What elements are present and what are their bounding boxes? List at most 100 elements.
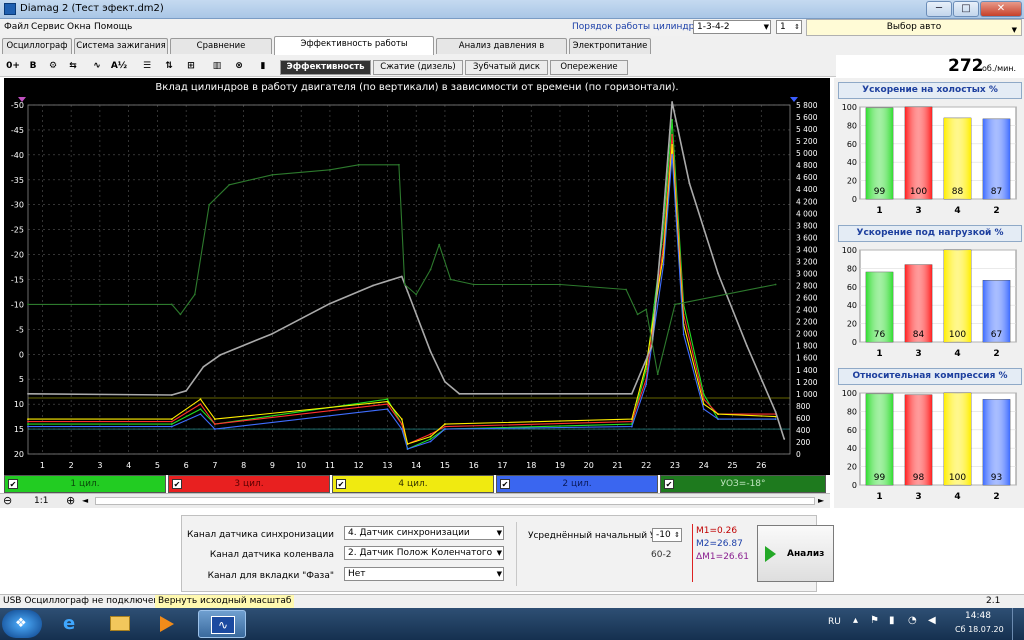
y-left-tick: -45 — [11, 126, 24, 135]
subtab-efficiency[interactable]: Эффективность — [280, 60, 371, 75]
series-6-point — [208, 203, 211, 206]
taskbar-media[interactable] — [146, 610, 188, 638]
panel-bar-value: 93 — [991, 473, 1002, 483]
crank-channel-select[interactable]: 2. Датчик Полож Коленчатого Вал▼ — [344, 546, 504, 560]
panel-bar-shine — [905, 107, 932, 199]
x-tick: 23 — [670, 461, 680, 470]
toolbar-icon-9[interactable]: ⊞ — [182, 58, 200, 74]
battery-icon[interactable]: ▮ — [889, 615, 895, 626]
flag-icon[interactable]: ⚑ — [870, 615, 879, 626]
panel-axis-tick: 20 — [847, 320, 857, 329]
taskbar-diamag[interactable]: ∿ — [198, 610, 246, 638]
clock-time: 14:48 — [965, 611, 991, 621]
network-icon[interactable]: ◔ — [908, 615, 917, 626]
toolbar-icon-5[interactable]: ∿ — [88, 58, 106, 74]
legend-checkbox[interactable]: ✔ — [8, 479, 18, 489]
x-tick: 25 — [727, 461, 737, 470]
tab-ignition[interactable]: Система зажигания — [74, 38, 168, 54]
series-4-point — [702, 408, 705, 411]
y-right-tick: 4 400 — [796, 185, 818, 194]
toolbar-icon-11[interactable]: ⊗ — [230, 58, 248, 74]
panel-cylinder-label: 4 — [954, 349, 960, 359]
panel-bar-shine — [866, 393, 893, 485]
panel-axis-tick: 0 — [852, 338, 857, 347]
taskbar-explorer[interactable] — [98, 610, 140, 638]
toolbar-icon-1[interactable]: 0+ — [4, 58, 22, 74]
panel-cylinder-label: 3 — [915, 206, 921, 216]
toolbar-icon-12[interactable]: ▮ — [254, 58, 272, 74]
status-hint: Вернуть исходный масштаб — [155, 595, 295, 608]
taskbar-ie[interactable]: e — [50, 610, 92, 638]
series-6-point — [645, 308, 648, 311]
start-button[interactable]: ❖ — [2, 610, 42, 638]
language-indicator[interactable]: RU — [828, 617, 841, 627]
scroll-right-icon[interactable]: ► — [818, 496, 824, 505]
legend-item-3[interactable]: ✔ 4 цил. — [332, 475, 494, 493]
tab-cylinder-efficiency[interactable]: Эффективность работы цилиндров — [274, 36, 434, 64]
toolbar-icon-3[interactable]: ⚙ — [44, 58, 62, 74]
efficiency-chart[interactable]: -50 -45 -40 -35 -30 -25 -20 -15 -10 -5 0 5 10 15 20 5 8… — [4, 78, 830, 475]
cylinder-legend: ✔ 1 цил. ✔ 3 цил. ✔ 4 цил. ✔ 2 цил. ✔ УОЗ=-18° — [4, 475, 828, 493]
menu-help[interactable]: Помощь — [94, 22, 132, 32]
legend-item-4[interactable]: ✔ 2 цил. — [496, 475, 658, 493]
legend-checkbox[interactable]: ✔ — [500, 479, 510, 489]
panel-bar-value: 100 — [949, 330, 966, 340]
toolbar-icon-2[interactable]: B — [24, 58, 42, 74]
toolbar-icon-4[interactable]: ⇆ — [64, 58, 82, 74]
close-button[interactable]: ✕ — [980, 1, 1022, 17]
panel-title-1: Ускорение на холостых % — [838, 82, 1022, 99]
horizontal-scrollbar[interactable] — [95, 497, 815, 505]
analyze-button[interactable]: Анализ — [757, 525, 834, 582]
toolbar-icon-10[interactable]: ▥ — [208, 58, 226, 74]
vehicle-select[interactable]: Выбор авто ▼ — [806, 19, 1022, 36]
legend-item-5[interactable]: ✔ УОЗ=-18° — [660, 475, 826, 493]
y-right-tick: 1 200 — [796, 378, 818, 387]
y-right-tick: 4 000 — [796, 209, 818, 218]
legend-checkbox[interactable]: ✔ — [172, 479, 182, 489]
phase-channel-select[interactable]: Нет ▼ — [344, 567, 504, 581]
subtab-tooth-disk[interactable]: Зубчатый диск — [465, 60, 548, 75]
cylinder-spinner[interactable]: 1 ⇕ — [776, 20, 802, 34]
menu-service[interactable]: Сервис — [31, 22, 65, 32]
tab-power-supply[interactable]: Электропитание — [569, 38, 651, 54]
toolbar-icon-6[interactable]: A½ — [110, 58, 128, 74]
show-desktop-button[interactable] — [1012, 608, 1024, 640]
scale-bar: ⊖ 1:1 ⊕ ◄ ► — [0, 493, 830, 508]
volume-icon[interactable]: ◀ — [928, 615, 936, 626]
series-line-2 — [28, 134, 776, 445]
minimize-button[interactable]: ─ — [926, 1, 952, 17]
cylinder-order-select[interactable]: 1-3-4-2 ▼ — [693, 20, 771, 34]
y-right-tick: 3 200 — [796, 257, 818, 266]
scroll-left-icon[interactable]: ◄ — [82, 496, 88, 505]
legend-label: 1 цил. — [70, 479, 100, 489]
legend-label: 3 цил. — [234, 479, 264, 489]
series-4-point — [170, 425, 173, 428]
menu-file[interactable]: Файл — [4, 22, 29, 32]
legend-item-1[interactable]: ✔ 1 цил. — [4, 475, 166, 493]
toolbar-icon-8[interactable]: ⇅ — [160, 58, 178, 74]
legend-checkbox[interactable]: ✔ — [664, 479, 674, 489]
tab-cylinder-compare[interactable]: Сравнение цилиндров — [170, 38, 272, 66]
legend-checkbox[interactable]: ✔ — [336, 479, 346, 489]
marker-delta: ΔM1=26.61 — [696, 552, 749, 562]
subtab-advance[interactable]: Опережение — [550, 60, 628, 75]
series-6-point — [193, 293, 196, 296]
series-5-point — [783, 438, 786, 440]
avg-uoz-spinner[interactable]: -10 ⇕ — [652, 528, 682, 542]
tab-pressure-analysis[interactable]: Анализ давления в цилиндре — [436, 38, 567, 66]
status-usb: USB Осциллограф не подключен — [3, 596, 160, 606]
series-3-point — [645, 363, 648, 366]
subtab-compression[interactable]: Сжатие (дизель) — [373, 60, 463, 75]
sync-channel-select[interactable]: 4. Датчик синхронизации ▼ — [344, 526, 504, 540]
menu-windows[interactable]: Окна — [67, 22, 91, 32]
panel-cylinder-label: 2 — [993, 206, 999, 216]
zoom-out-icon[interactable]: ⊖ — [3, 494, 12, 507]
legend-item-2[interactable]: ✔ 3 цил. — [168, 475, 330, 493]
zoom-in-icon[interactable]: ⊕ — [66, 494, 75, 507]
series-5-point — [219, 353, 222, 356]
toolbar-icon-7[interactable]: ☰ — [138, 58, 156, 74]
tab-oscilloscope[interactable]: Осциллограф — [2, 38, 72, 54]
maximize-button[interactable]: □ — [953, 1, 979, 17]
chart-plot[interactable]: -50-45-40-35-30-25-20-15-10-5051015205 8… — [4, 78, 830, 475]
tray-arrow-icon[interactable]: ▴ — [853, 615, 858, 626]
